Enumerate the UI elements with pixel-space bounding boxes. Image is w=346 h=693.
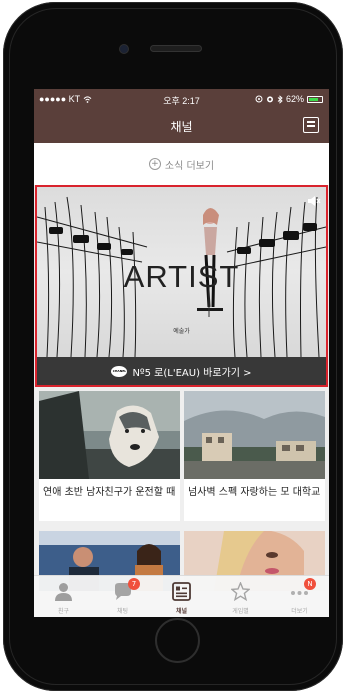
unread-badge: 7 xyxy=(128,578,140,590)
status-bar: ●●●●● KT 오후 2:17 62% xyxy=(34,89,329,109)
card-thumbnail xyxy=(39,391,180,479)
alarm-icon xyxy=(266,96,273,103)
tab-label: 채널 xyxy=(175,608,188,615)
content-card[interactable]: 넘사벽 스펙 자랑하는 모 대학교 xyxy=(184,391,325,521)
battery-icon xyxy=(307,95,323,103)
bluetooth-icon xyxy=(277,94,283,104)
home-button[interactable] xyxy=(155,618,200,663)
plus-circle-icon: + xyxy=(148,158,161,170)
tab-label: 더보기 xyxy=(291,608,308,615)
ad-cta[interactable]: CHANEL Nº5 로(L'EAU) 바로가기 > xyxy=(37,357,326,385)
ad-banner[interactable]: ARTIST 예술가 CHANEL Nº5 로(L'EAU) 바로가기 > xyxy=(34,185,329,387)
card-title: 연애 초반 남자친구가 운전할 때 xyxy=(43,487,176,498)
tab-games[interactable]: 게임별 xyxy=(211,576,270,617)
earpiece-speaker xyxy=(151,46,201,51)
tab-channel[interactable]: 채널 xyxy=(152,576,211,617)
more-news-label: 소식 더보기 xyxy=(164,160,215,172)
new-badge: N xyxy=(304,578,316,590)
tab-chats[interactable]: 7 채팅 xyxy=(93,576,152,617)
tab-label: 게임별 xyxy=(232,608,249,615)
screen: ●●●●● KT 오후 2:17 62% 채널 + 소식 더보기 ARTIST … xyxy=(34,89,329,617)
front-camera xyxy=(120,45,128,53)
page-title: 채널 xyxy=(170,120,193,134)
ad-highlight-frame: ARTIST 예술가 CHANEL Nº5 로(L'EAU) 바로가기 > xyxy=(35,185,328,387)
location-icon xyxy=(255,95,263,103)
tab-bar: 친구 7 채팅 채널 게임별 N 더보기 xyxy=(34,575,329,617)
card-thumbnail xyxy=(184,391,325,479)
speaker-mute-icon[interactable] xyxy=(307,195,321,207)
tab-friends[interactable]: 친구 xyxy=(34,576,93,617)
phone-frame: ●●●●● KT 오후 2:17 62% 채널 + 소식 더보기 ARTIST … xyxy=(3,2,343,691)
tab-more[interactable]: N 더보기 xyxy=(270,576,329,617)
ad-title: ARTIST xyxy=(123,259,240,294)
battery-percent: 62% xyxy=(285,94,304,104)
star-icon xyxy=(231,582,250,601)
ad-image[interactable]: ARTIST 예술가 xyxy=(37,187,326,357)
compose-icon[interactable] xyxy=(303,117,319,133)
nav-bar: 채널 xyxy=(34,109,329,143)
card-title: 넘사벽 스펙 자랑하는 모 대학교 xyxy=(188,487,321,498)
content-grid: 연애 초반 남자친구가 운전할 때 넘사벽 스펙 자랑하는 모 대학교 xyxy=(34,387,329,591)
tab-label: 친구 xyxy=(57,608,70,615)
content-card[interactable]: 연애 초반 남자친구가 운전할 때 xyxy=(39,391,180,521)
more-news-button[interactable]: + 소식 더보기 xyxy=(34,143,329,185)
channel-icon xyxy=(172,582,191,601)
ad-caption: 예술가 xyxy=(173,328,190,335)
ad-cta-label: Nº5 로(L'EAU) 바로가기 > xyxy=(132,367,252,379)
tab-label: 채팅 xyxy=(116,608,129,615)
person-icon xyxy=(55,583,72,601)
brand-logo: CHANEL xyxy=(111,365,128,377)
